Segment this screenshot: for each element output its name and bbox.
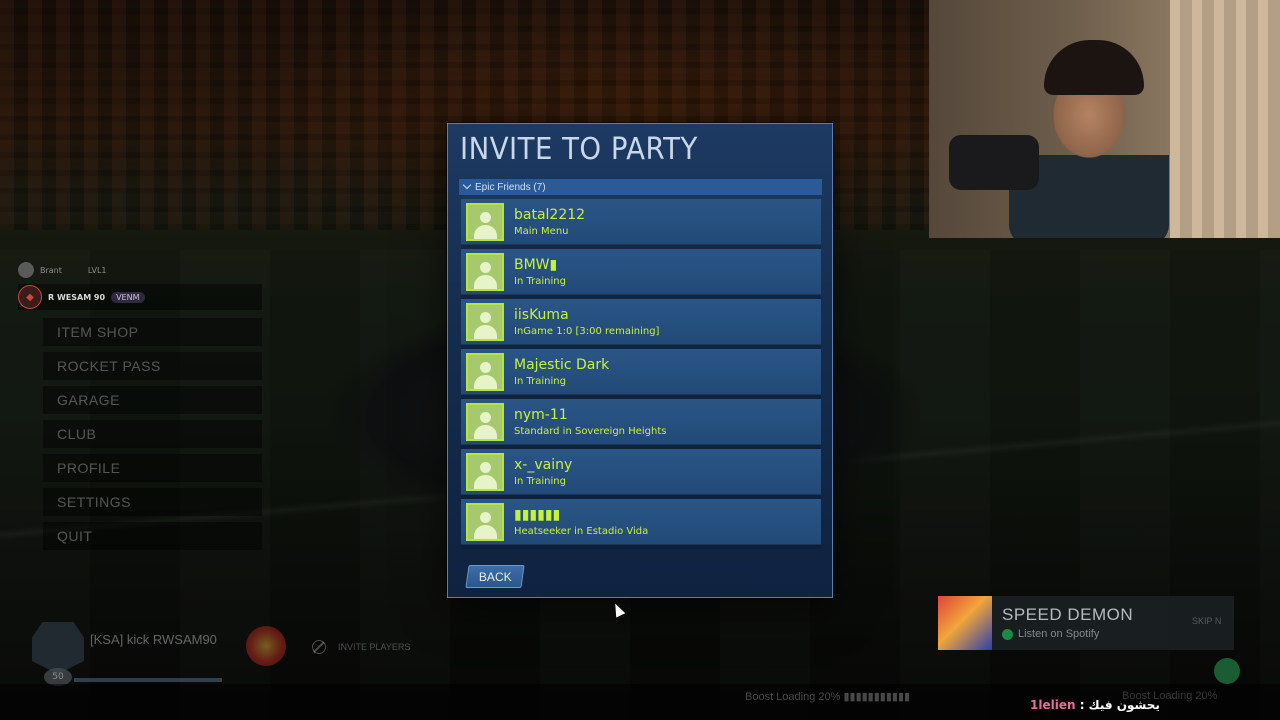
dialog-title: INVITE TO PARTY bbox=[460, 132, 698, 167]
chat-separator: : bbox=[1075, 698, 1089, 712]
party-member-badge: LVL1 bbox=[87, 265, 107, 275]
menu-item-shop[interactable]: ITEM SHOP bbox=[43, 318, 262, 346]
skip-label: SKIP N bbox=[1192, 616, 1222, 626]
menu-item-rocket-pass[interactable]: ROCKET PASS bbox=[43, 352, 262, 380]
club-logo-icon bbox=[246, 626, 286, 666]
player-name: [KSA] kick RWSAM90 bbox=[90, 632, 217, 647]
rank-badge-icon bbox=[32, 622, 84, 674]
webcam-curtain bbox=[1170, 0, 1280, 238]
invite-players-button[interactable]: INVITE PLAYERS bbox=[312, 640, 410, 654]
menu-item-profile[interactable]: PROFILE bbox=[43, 454, 262, 482]
friend-row[interactable]: iisKuma InGame 1:0 [3:00 remaining] bbox=[461, 299, 821, 345]
club-tag-badge: VENM bbox=[111, 291, 145, 303]
microphone bbox=[949, 135, 1039, 190]
user-avatar-icon bbox=[466, 453, 504, 491]
spotify-subtitle-text: Listen on Spotify bbox=[1018, 628, 1100, 640]
back-button[interactable]: BACK bbox=[465, 565, 525, 588]
disabled-icon bbox=[312, 640, 326, 654]
friend-row[interactable]: BMW▮ In Training bbox=[461, 249, 821, 295]
headset-icon bbox=[1214, 658, 1240, 684]
my-name: R WESAM 90 bbox=[48, 292, 106, 302]
player-card[interactable]: 50 [KSA] kick RWSAM90 bbox=[32, 622, 300, 686]
friends-group-header[interactable]: Epic Friends (7) bbox=[459, 179, 822, 195]
chat-text: يحشون فيك bbox=[1088, 698, 1160, 712]
spotify-icon bbox=[1002, 628, 1013, 640]
friends-list: batal2212 Main Menu BMW▮ In Training iis… bbox=[461, 199, 821, 549]
friend-name: nym-11 bbox=[514, 407, 568, 423]
spotify-subtitle: Listen on Spotify bbox=[1002, 628, 1099, 640]
friend-row[interactable]: ▮▮▮▮▮▮ Heatseeker in Estadio Vida bbox=[461, 499, 821, 545]
back-button-label: BACK bbox=[478, 569, 512, 584]
avatar: ◆ bbox=[18, 285, 42, 309]
user-avatar-icon bbox=[466, 353, 504, 391]
chat-username: 1lelien bbox=[1030, 698, 1076, 712]
avatar bbox=[18, 262, 34, 278]
user-avatar-icon bbox=[466, 303, 504, 341]
friend-row[interactable]: Majestic Dark In Training bbox=[461, 349, 821, 395]
menu-item-garage[interactable]: GARAGE bbox=[43, 386, 262, 414]
friend-row[interactable]: nym-11 Standard in Sovereign Heights bbox=[461, 399, 821, 445]
user-avatar-icon bbox=[466, 503, 504, 541]
friend-row[interactable]: x-_vainy In Training bbox=[461, 449, 821, 495]
friend-status: Heatseeker in Estadio Vida bbox=[514, 526, 649, 537]
friend-name: iisKuma bbox=[514, 307, 569, 323]
menu-item-club[interactable]: CLUB bbox=[43, 420, 262, 448]
chevron-down-icon bbox=[462, 182, 472, 192]
friend-status: Main Menu bbox=[514, 226, 569, 237]
invite-players-label: INVITE PLAYERS bbox=[338, 642, 411, 652]
friend-name: ▮▮▮▮▮▮ bbox=[514, 507, 561, 523]
friend-name: BMW▮ bbox=[514, 257, 558, 273]
friend-name: x-_vainy bbox=[514, 457, 573, 473]
main-menu: ITEM SHOP ROCKET PASS GARAGE CLUB PROFIL… bbox=[43, 318, 262, 556]
xp-progress-bar bbox=[74, 678, 222, 682]
friend-status: InGame 1:0 [3:00 remaining] bbox=[514, 326, 660, 337]
streamer-hair bbox=[1044, 40, 1144, 95]
friend-status: In Training bbox=[514, 376, 566, 387]
friends-group-label: Epic Friends (7) bbox=[475, 181, 546, 193]
user-avatar-icon bbox=[466, 203, 504, 241]
party-member-row: Brant LVL1 bbox=[18, 262, 107, 278]
user-avatar-icon bbox=[466, 253, 504, 291]
album-art bbox=[938, 596, 992, 650]
my-profile-row[interactable]: ◆ R WESAM 90 VENM bbox=[18, 284, 262, 310]
friend-name: batal2212 bbox=[514, 207, 586, 223]
invite-to-party-dialog: INVITE TO PARTY Epic Friends (7) batal22… bbox=[447, 123, 833, 598]
friend-status: In Training bbox=[514, 476, 566, 487]
webcam-overlay bbox=[929, 0, 1280, 238]
friend-status: Standard in Sovereign Heights bbox=[514, 426, 667, 437]
party-member-name: Brant bbox=[40, 265, 62, 275]
boost-loading-status: Boost Loading 20% ▮▮▮▮▮▮▮▮▮▮▮ bbox=[745, 691, 911, 703]
chat-message: 1lelien : يحشون فيك bbox=[1030, 698, 1160, 712]
menu-item-settings[interactable]: SETTINGS bbox=[43, 488, 262, 516]
spotify-now-playing: SPEED DEMON Listen on Spotify SKIP N bbox=[938, 596, 1234, 650]
friend-status: In Training bbox=[514, 276, 566, 287]
user-avatar-icon bbox=[466, 403, 504, 441]
party-list: Brant LVL1 bbox=[18, 262, 107, 278]
friend-row[interactable]: batal2212 Main Menu bbox=[461, 199, 821, 245]
friend-name: Majestic Dark bbox=[514, 357, 610, 373]
track-title: SPEED DEMON bbox=[1002, 605, 1134, 624]
menu-item-quit[interactable]: QUIT bbox=[43, 522, 262, 550]
